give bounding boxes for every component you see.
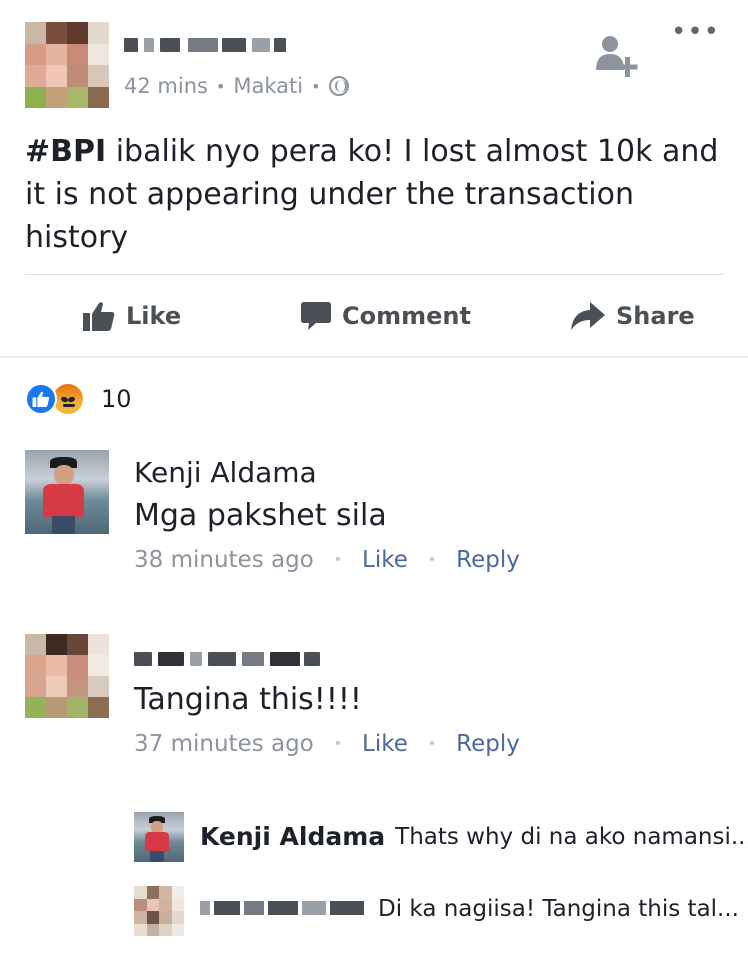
meta-separator: • <box>427 552 437 568</box>
commenter-avatar-blurred[interactable] <box>25 634 109 718</box>
comment-reply-link[interactable]: Reply <box>456 731 520 757</box>
globe-icon <box>328 76 349 96</box>
thumbs-up-icon <box>83 302 115 331</box>
reaction-count: 10 <box>101 385 132 413</box>
reply-text: Thats why di na ako namansi... <box>395 823 748 850</box>
comment-item: Kenji Aldama Mga pakshet sila 38 minutes… <box>0 450 748 590</box>
comment-meta: 38 minutes ago • Like • Reply <box>134 547 520 573</box>
reply-avatar[interactable] <box>134 812 184 862</box>
commenter-avatar[interactable] <box>25 450 109 534</box>
post-hashtag[interactable]: #BPI <box>25 134 106 169</box>
like-button[interactable]: Like <box>82 296 181 336</box>
reply-author-name[interactable]: Kenji Aldama <box>200 822 385 851</box>
like-label: Like <box>126 302 182 330</box>
comment-item: Tangina this!!!! 37 minutes ago • Like •… <box>0 634 748 774</box>
commenter-name-blurred[interactable] <box>134 648 324 672</box>
post-header: 42 mins • Makati • ••• <box>0 0 748 120</box>
post-body: ibalik nyo pera ko! I lost almost 10k an… <box>25 134 719 255</box>
post-action-bar: Like Comment Share <box>0 276 748 356</box>
reply-author-name-blurred[interactable] <box>200 896 370 922</box>
reply-item[interactable]: Kenji Aldama Thats why di na ako namansi… <box>134 812 748 864</box>
post-location[interactable]: Makati <box>233 74 303 98</box>
reply-content: Di ka nagiisa! Tangina this tal... <box>200 896 739 922</box>
comment-bubble-icon <box>301 302 331 330</box>
comment-button[interactable]: Comment <box>300 296 471 336</box>
reactions-summary[interactable]: 10 <box>25 382 132 416</box>
reply-text: Di ka nagiisa! Tangina this tal... <box>378 896 739 922</box>
comment-like-link[interactable]: Like <box>362 547 408 573</box>
comment-time: 38 minutes ago <box>134 547 314 573</box>
like-reaction-icon <box>25 383 57 415</box>
share-label: Share <box>616 302 695 330</box>
comment-time: 37 minutes ago <box>134 731 314 757</box>
post-time[interactable]: 42 mins <box>124 74 208 98</box>
post-meta: 42 mins • Makati • <box>124 74 349 98</box>
add-friend-icon[interactable] <box>592 32 644 80</box>
reply-avatar-blurred[interactable] <box>134 886 184 936</box>
reply-content: Kenji Aldama Thats why di na ako namansi… <box>200 822 748 851</box>
comment-meta: 37 minutes ago • Like • Reply <box>134 731 520 757</box>
more-options-button[interactable]: ••• <box>671 19 720 45</box>
meta-separator: • <box>311 76 321 96</box>
share-button[interactable]: Share <box>570 296 695 336</box>
meta-separator: • <box>333 552 343 568</box>
comment-label: Comment <box>342 302 471 330</box>
post-text: #BPI ibalik nyo pera ko! I lost almost 1… <box>25 130 725 259</box>
comment-reply-link[interactable]: Reply <box>456 547 520 573</box>
section-divider <box>0 356 748 358</box>
reply-item[interactable]: Di ka nagiisa! Tangina this tal... <box>134 886 748 938</box>
comment-like-link[interactable]: Like <box>362 731 408 757</box>
meta-separator: • <box>215 76 226 96</box>
comment-text: Tangina this!!!! <box>134 682 362 717</box>
meta-separator: • <box>333 736 343 752</box>
comment-text: Mga pakshet sila <box>134 498 387 533</box>
meta-separator: • <box>427 736 437 752</box>
poster-avatar-blurred[interactable] <box>25 22 109 108</box>
post-divider <box>25 274 723 275</box>
poster-name-blurred[interactable] <box>124 34 290 58</box>
share-arrow-icon <box>571 302 605 330</box>
commenter-name[interactable]: Kenji Aldama <box>134 456 317 489</box>
